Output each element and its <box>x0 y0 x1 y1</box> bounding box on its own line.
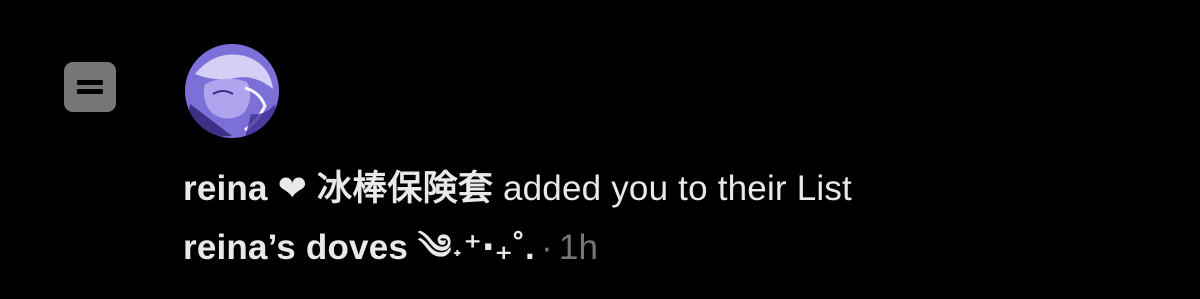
meta-separator: · <box>540 228 553 267</box>
list-info-row: reina’s doves ༄˖⁺‧₊˚. · 1h <box>183 226 598 270</box>
timestamp: 1h <box>558 228 599 267</box>
list-icon <box>64 62 116 112</box>
notification-text: reina ❤ 冰棒保険套 added you to their List <box>183 167 852 211</box>
avatar[interactable] <box>185 44 279 138</box>
list-icon-bar-bottom <box>77 89 103 94</box>
list-icon-bar-top <box>77 80 103 85</box>
list-added-notification[interactable]: reina ❤ 冰棒保険套 added you to their List re… <box>0 0 1200 299</box>
action-text: added you to their List <box>502 169 852 208</box>
list-name-link[interactable]: reina’s doves ༄˖⁺‧₊˚. <box>183 228 535 267</box>
avatar-image <box>185 44 279 138</box>
user-display-name[interactable]: reina ❤ 冰棒保険套 <box>183 169 493 208</box>
